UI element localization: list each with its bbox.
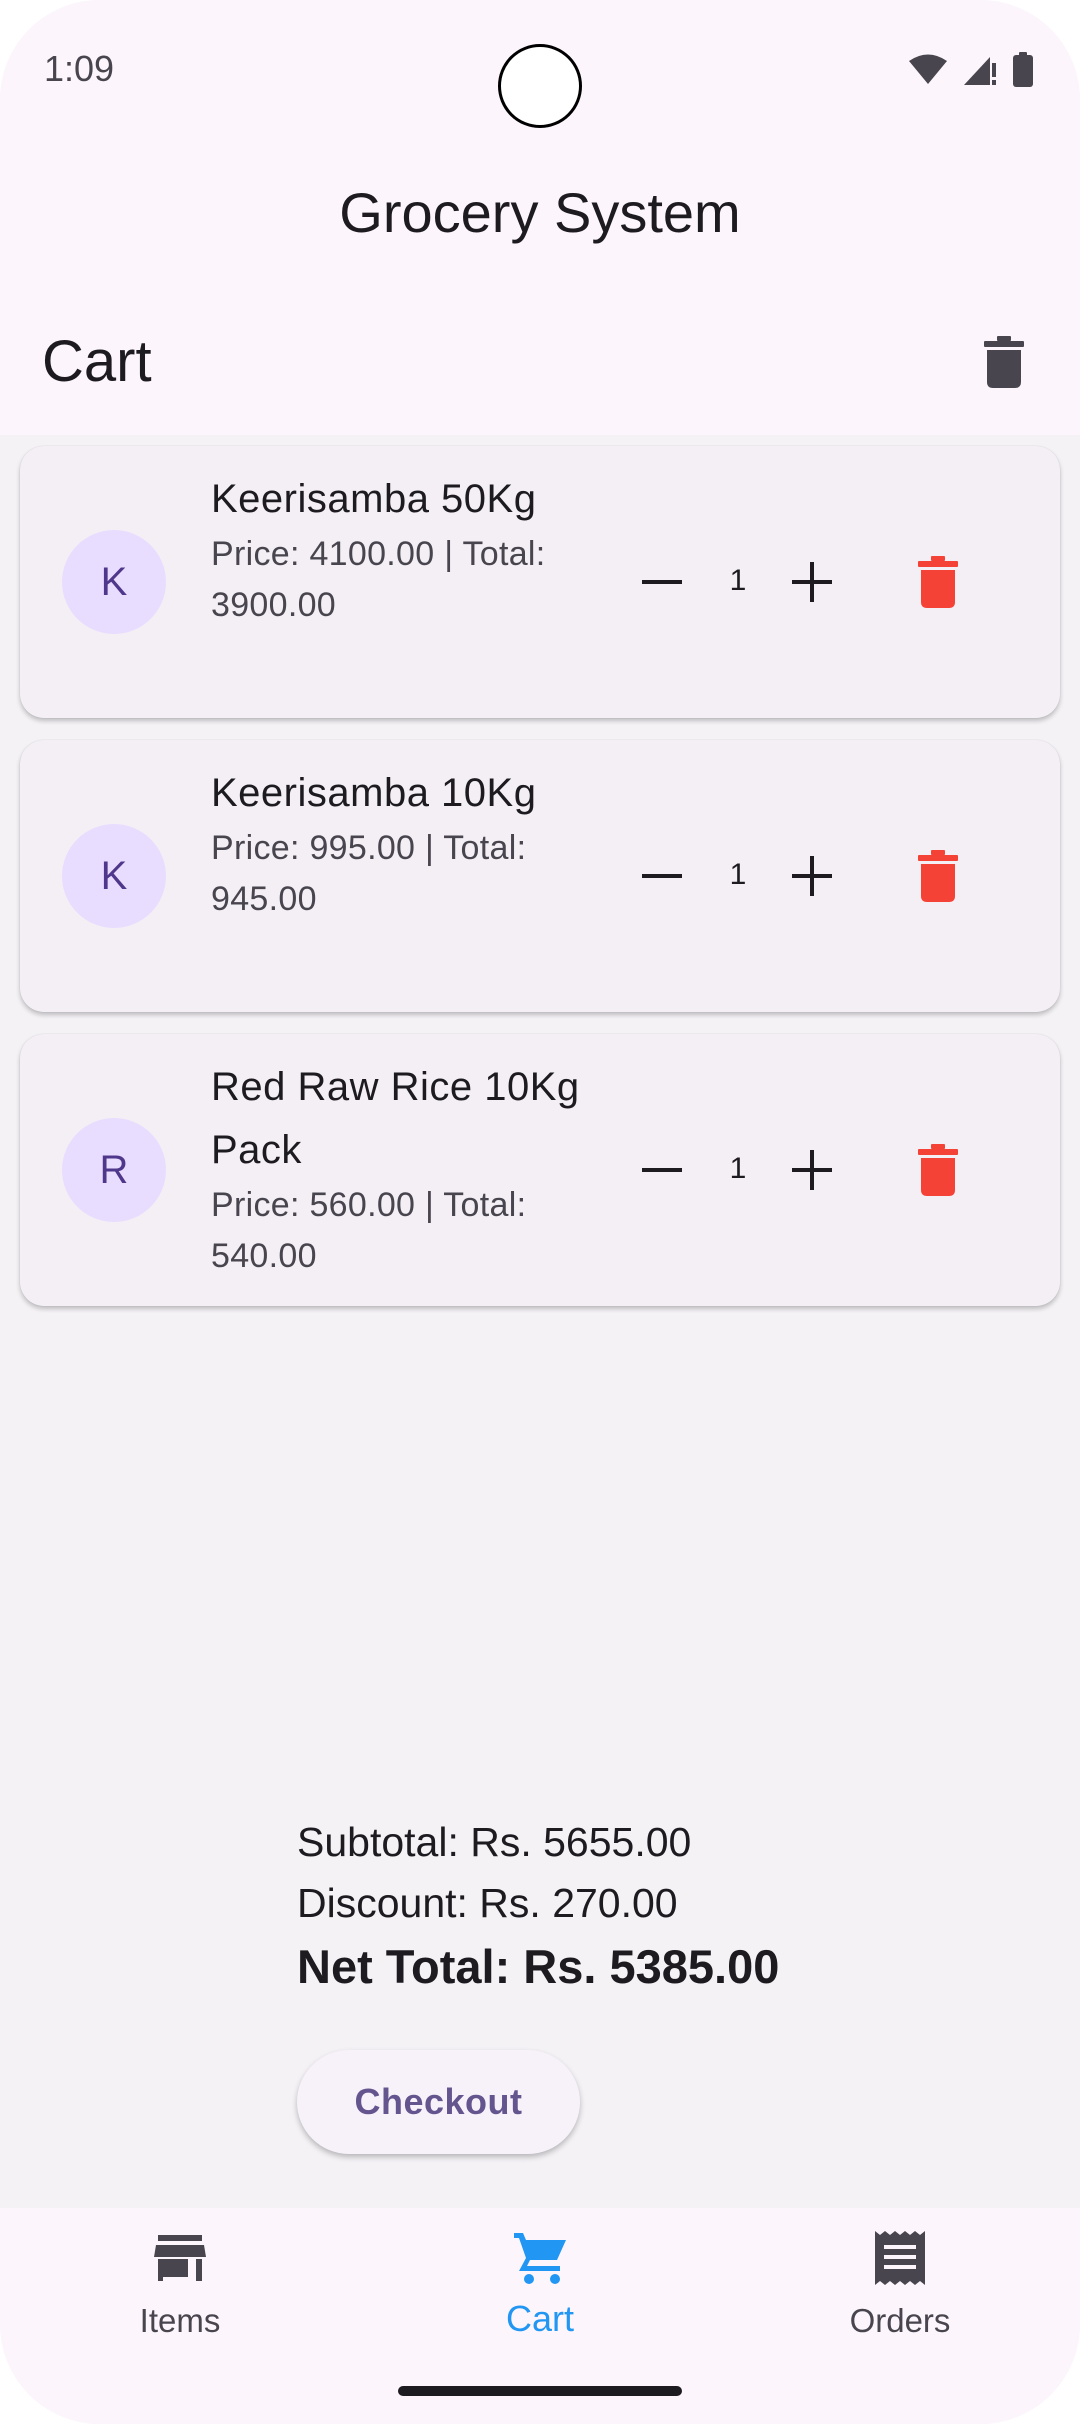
remove-item-button[interactable] (908, 1134, 968, 1206)
cart-item: K Keerisamba 10Kg Price: 995.00 | Total:… (20, 740, 1060, 1012)
item-name: Keerisamba 10Kg (211, 771, 537, 815)
trash-icon (984, 336, 1024, 388)
plus-icon (792, 562, 832, 602)
nav-label-items: Items (139, 2302, 221, 2339)
quantity-value: 1 (729, 564, 747, 597)
page-title: Cart (42, 329, 152, 394)
minus-icon (642, 1168, 682, 1172)
store-icon (154, 2235, 206, 2281)
cart-list: K Keerisamba 50Kg Price: 4100.00 | Total… (20, 446, 1060, 1328)
cart-item: R Red Raw Rice 10Kg Pack Price: 560.00 |… (20, 1034, 1060, 1306)
item-price: Price: 4100.00 | Total: 3900.00 (211, 535, 546, 624)
quantity-value: 1 (729, 858, 747, 891)
item-price: Price: 560.00 | Total: 540.00 (211, 1186, 527, 1275)
item-info: Red Raw Rice 10Kg Pack Price: 560.00 | T… (211, 1056, 591, 1282)
quantity-value: 1 (729, 1152, 747, 1185)
decrease-quantity-button[interactable] (632, 552, 692, 612)
plus-icon (792, 856, 832, 896)
nav-item-cart[interactable]: Cart (440, 2228, 640, 2378)
item-avatar: K (62, 824, 166, 928)
item-name: Red Raw Rice 10Kg Pack (211, 1065, 580, 1172)
cart-item: K Keerisamba 50Kg Price: 4100.00 | Total… (20, 446, 1060, 718)
nav-item-orders[interactable]: Orders (800, 2228, 1000, 2378)
app-header: Grocery System Cart (0, 140, 1080, 435)
status-time: 1:09 (44, 48, 115, 89)
discount-text: Discount: Rs. 270.00 (297, 1880, 678, 1926)
decrease-quantity-button[interactable] (632, 846, 692, 906)
battery-icon (1013, 52, 1033, 87)
home-indicator[interactable] (398, 2386, 682, 2396)
checkout-button[interactable]: Checkout (297, 2050, 580, 2154)
item-name: Keerisamba 50Kg (211, 477, 537, 521)
minus-icon (642, 580, 682, 584)
nav-label-orders: Orders (849, 2302, 951, 2339)
remove-item-button[interactable] (908, 840, 968, 912)
plus-icon (792, 1150, 832, 1190)
increase-quantity-button[interactable] (782, 552, 842, 612)
trash-icon (918, 850, 958, 902)
remove-item-button[interactable] (908, 546, 968, 618)
phone-screen: 1:09 Grocery System Cart K Keerisamba 50… (0, 0, 1080, 2424)
item-price: Price: 995.00 | Total: 945.00 (211, 829, 527, 918)
nav-item-items[interactable]: Items (80, 2228, 280, 2378)
increase-quantity-button[interactable] (782, 1140, 842, 1200)
front-camera (498, 44, 582, 128)
item-info: Keerisamba 10Kg Price: 995.00 | Total: 9… (211, 762, 591, 925)
subtotal-text: Subtotal: Rs. 5655.00 (297, 1819, 692, 1865)
wifi-icon (909, 54, 947, 84)
signal-icon (964, 57, 996, 85)
trash-icon (918, 556, 958, 608)
net-total-text: Net Total: Rs. 5385.00 (297, 1940, 780, 1993)
clear-cart-button[interactable] (974, 326, 1034, 398)
nav-label-cart: Cart (505, 2298, 574, 2339)
trash-icon (918, 1144, 958, 1196)
item-avatar: R (62, 1118, 166, 1222)
increase-quantity-button[interactable] (782, 846, 842, 906)
cart-icon (514, 2233, 566, 2284)
minus-icon (642, 874, 682, 878)
app-title: Grocery System (339, 181, 741, 244)
item-avatar: K (62, 530, 166, 634)
receipt-icon (875, 2231, 925, 2285)
decrease-quantity-button[interactable] (632, 1140, 692, 1200)
item-info: Keerisamba 50Kg Price: 4100.00 | Total: … (211, 468, 591, 631)
order-summary: Subtotal: Rs. 5655.00 Discount: Rs. 270.… (297, 1812, 779, 2000)
status-icons (908, 52, 1034, 88)
status-bar: 1:09 (0, 0, 1080, 140)
